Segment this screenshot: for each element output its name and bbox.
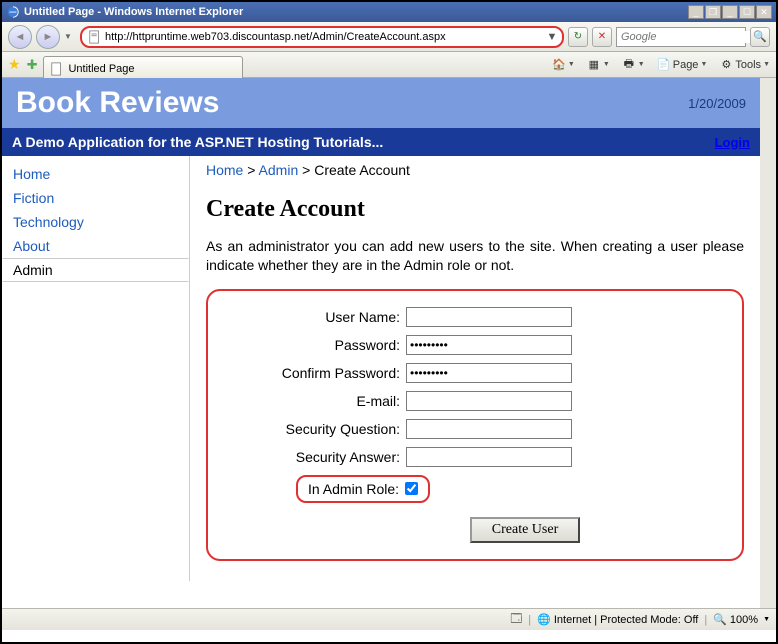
site-date: 1/20/2009 (688, 96, 746, 111)
page-intro: As an administrator you can add new user… (206, 237, 744, 275)
content-viewport: ▲ ▼ Book Reviews 1/20/2009 A Demo Applic… (2, 78, 776, 608)
browser-tab[interactable]: Untitled Page (43, 56, 243, 78)
forward-button[interactable]: ► (36, 25, 60, 49)
site-tagline-bar: A Demo Application for the ASP.NET Hosti… (2, 128, 760, 156)
zoom-icon: 🔍 (713, 613, 727, 626)
nav-fiction[interactable]: Fiction (2, 186, 189, 210)
home-menu[interactable]: 🏠▼ (552, 58, 575, 72)
url-dropdown[interactable]: ▼ (544, 31, 560, 43)
breadcrumb-admin[interactable]: Admin (259, 162, 299, 178)
page-menu-icon: 📄 (657, 58, 671, 72)
tools-menu[interactable]: ⚙Tools▼ (719, 58, 770, 72)
email-label: E-mail: (220, 393, 406, 409)
tab-title: Untitled Page (68, 63, 134, 75)
restore-small-button[interactable]: ❐ (705, 5, 721, 19)
nav-technology[interactable]: Technology (2, 210, 189, 234)
breadcrumb-current: Create Account (314, 162, 410, 178)
internet-zone-icon: 🌐 (537, 613, 551, 626)
page-menu[interactable]: 📄Page▼ (657, 58, 708, 72)
history-dropdown[interactable]: ▼ (64, 32, 76, 41)
ie-icon (6, 5, 20, 19)
password-label: Password: (220, 337, 406, 353)
page-icon (88, 30, 102, 44)
refresh-button[interactable]: ↻ (568, 27, 588, 47)
username-input[interactable] (406, 307, 572, 327)
print-menu[interactable]: 🖶▼ (622, 58, 645, 72)
search-go-button[interactable]: 🔍 (750, 27, 770, 47)
minimize-small-button[interactable]: _ (688, 5, 704, 19)
side-navigation: Home Fiction Technology About Admin (2, 156, 190, 581)
scroll-up-button[interactable]: ▲ (760, 78, 776, 94)
favorites-icon[interactable]: ★ (8, 56, 21, 73)
add-favorite-icon[interactable]: ✚ (27, 57, 38, 73)
email-input[interactable] (406, 391, 572, 411)
zoom-control[interactable]: 🔍 100% ▼ (713, 613, 770, 626)
status-popup-icon[interactable]: 🗔 (510, 610, 522, 629)
confirm-password-input[interactable] (406, 363, 572, 383)
navigation-toolbar: ◄ ► ▼ ▼ ↻ ✕ 🔍 (2, 22, 776, 52)
security-question-input[interactable] (406, 419, 572, 439)
gear-icon: ⚙ (719, 58, 733, 72)
main-column: Home > Admin > Create Account Create Acc… (190, 156, 760, 581)
nav-home[interactable]: Home (2, 162, 189, 186)
scroll-down-button[interactable]: ▼ (760, 592, 776, 608)
status-zone[interactable]: 🌐 Internet | Protected Mode: Off (537, 613, 698, 626)
status-bar: 🗔 | 🌐 Internet | Protected Mode: Off | 🔍… (2, 608, 776, 630)
breadcrumb: Home > Admin > Create Account (206, 162, 744, 178)
back-button[interactable]: ◄ (8, 25, 32, 49)
create-user-button[interactable]: Create User (470, 517, 580, 543)
window-titlebar: Untitled Page - Windows Internet Explore… (2, 2, 776, 22)
page-heading: Create Account (206, 196, 744, 223)
close-button[interactable]: ✕ (756, 5, 772, 19)
stop-button[interactable]: ✕ (592, 27, 612, 47)
confirm-password-label: Confirm Password: (220, 365, 406, 381)
search-input[interactable] (621, 31, 764, 43)
tab-toolbar: ★ ✚ Untitled Page 🏠▼ ▦▼ 🖶▼ 📄Page▼ ⚙Tools… (2, 52, 776, 78)
rss-icon: ▦ (587, 58, 601, 72)
security-answer-input[interactable] (406, 447, 572, 467)
window-title: Untitled Page - Windows Internet Explore… (24, 6, 688, 18)
in-admin-role-group: In Admin Role: (296, 475, 430, 503)
security-answer-label: Security Answer: (220, 449, 406, 465)
url-input[interactable] (105, 31, 544, 43)
home-icon: 🏠 (552, 58, 566, 72)
in-admin-role-label: In Admin Role: (308, 481, 405, 497)
site-tagline: A Demo Application for the ASP.NET Hosti… (12, 134, 383, 150)
breadcrumb-home[interactable]: Home (206, 162, 243, 178)
in-admin-role-checkbox[interactable] (405, 482, 418, 495)
maximize-button[interactable]: ☐ (739, 5, 755, 19)
print-icon: 🖶 (622, 58, 636, 72)
site-title: Book Reviews (16, 86, 219, 120)
site-banner: Book Reviews 1/20/2009 (2, 78, 760, 128)
create-user-form: User Name: Password: Confirm Password: E… (206, 289, 744, 561)
username-label: User Name: (220, 309, 406, 325)
password-input[interactable] (406, 335, 572, 355)
address-bar[interactable]: ▼ (80, 26, 564, 48)
nav-admin[interactable]: Admin (2, 258, 189, 282)
security-question-label: Security Question: (220, 421, 406, 437)
tab-page-icon (50, 62, 64, 76)
login-link[interactable]: Login (715, 135, 750, 150)
feeds-menu[interactable]: ▦▼ (587, 58, 610, 72)
search-box[interactable] (616, 27, 746, 47)
minimize-button[interactable]: _ (722, 5, 738, 19)
nav-about[interactable]: About (2, 234, 189, 258)
